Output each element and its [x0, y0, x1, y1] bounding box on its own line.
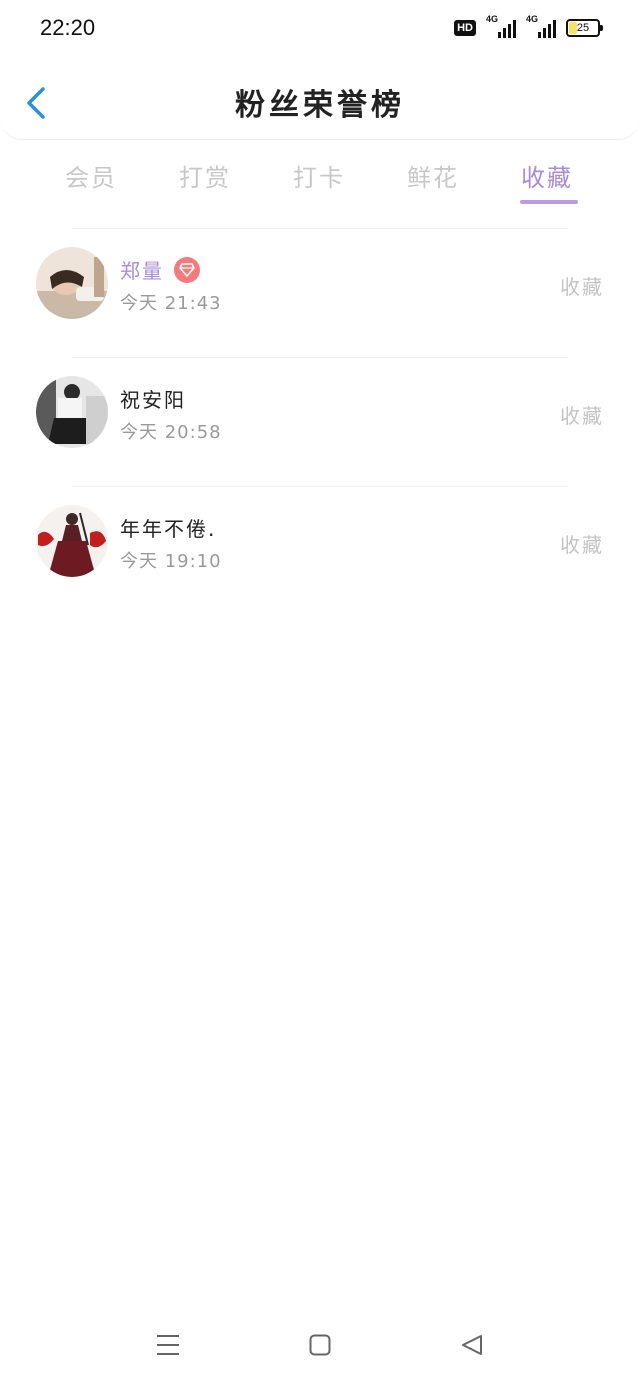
avatar[interactable] — [36, 505, 108, 577]
tab-flowers[interactable]: 鲜花 — [376, 148, 490, 212]
status-icons: HD 4G 4G 25 — [454, 14, 603, 38]
avatar[interactable] — [36, 376, 108, 448]
name-line: 郑量 — [120, 255, 200, 284]
fan-action: 收藏 — [560, 533, 604, 557]
list-item[interactable]: 年年不倦. 今天 19:10 收藏 — [0, 487, 640, 615]
tab-member[interactable]: 会员 — [34, 148, 148, 212]
status-time: 22:20 — [40, 15, 96, 40]
list-item[interactable]: 郑量 今天 21:43 收藏 — [0, 229, 640, 357]
fan-name: 祝安阳 — [120, 388, 186, 412]
triangle-back-icon[interactable] — [461, 1334, 483, 1360]
fan-name: 郑量 — [120, 259, 164, 283]
tab-checkin[interactable]: 打卡 — [262, 148, 376, 212]
signal-icon-2: 4G — [526, 14, 556, 38]
tab-bar: 会员 打赏 打卡 鲜花 收藏 — [0, 148, 640, 212]
page-title: 粉丝荣誉榜 — [235, 88, 405, 123]
battery-level: 25 — [576, 22, 590, 34]
signal-icon: 4G — [486, 14, 516, 38]
system-nav-bar — [0, 1310, 640, 1387]
avatar[interactable] — [36, 247, 108, 319]
battery-icon: 25 — [566, 19, 603, 37]
name-line: 祝安阳 — [120, 384, 186, 413]
fan-time: 今天 19:10 — [120, 551, 222, 572]
name-line: 年年不倦. — [120, 513, 216, 542]
network-label-2: 4G — [526, 14, 539, 24]
tab-favorites[interactable]: 收藏 — [490, 148, 604, 212]
fan-action: 收藏 — [560, 275, 604, 299]
status-bar: 22:20 HD 4G 4G 25 — [0, 0, 640, 56]
square-icon[interactable] — [309, 1334, 331, 1360]
hd-icon: HD — [454, 20, 476, 36]
network-label: 4G — [486, 14, 499, 24]
header: 粉丝荣誉榜 — [0, 56, 640, 140]
fan-time: 今天 21:43 — [120, 293, 222, 314]
fan-name: 年年不倦. — [120, 517, 217, 541]
list-item[interactable]: 祝安阳 今天 20:58 收藏 — [0, 358, 640, 486]
fan-action: 收藏 — [560, 404, 604, 428]
tab-reward[interactable]: 打赏 — [148, 148, 262, 212]
fan-list: 郑量 今天 21:43 收藏 祝安阳 今天 20:58 收藏 年年不倦. 今天 … — [0, 228, 640, 615]
fan-time: 今天 20:58 — [120, 422, 222, 443]
menu-icon[interactable] — [156, 1334, 180, 1360]
diamond-icon — [174, 256, 200, 283]
